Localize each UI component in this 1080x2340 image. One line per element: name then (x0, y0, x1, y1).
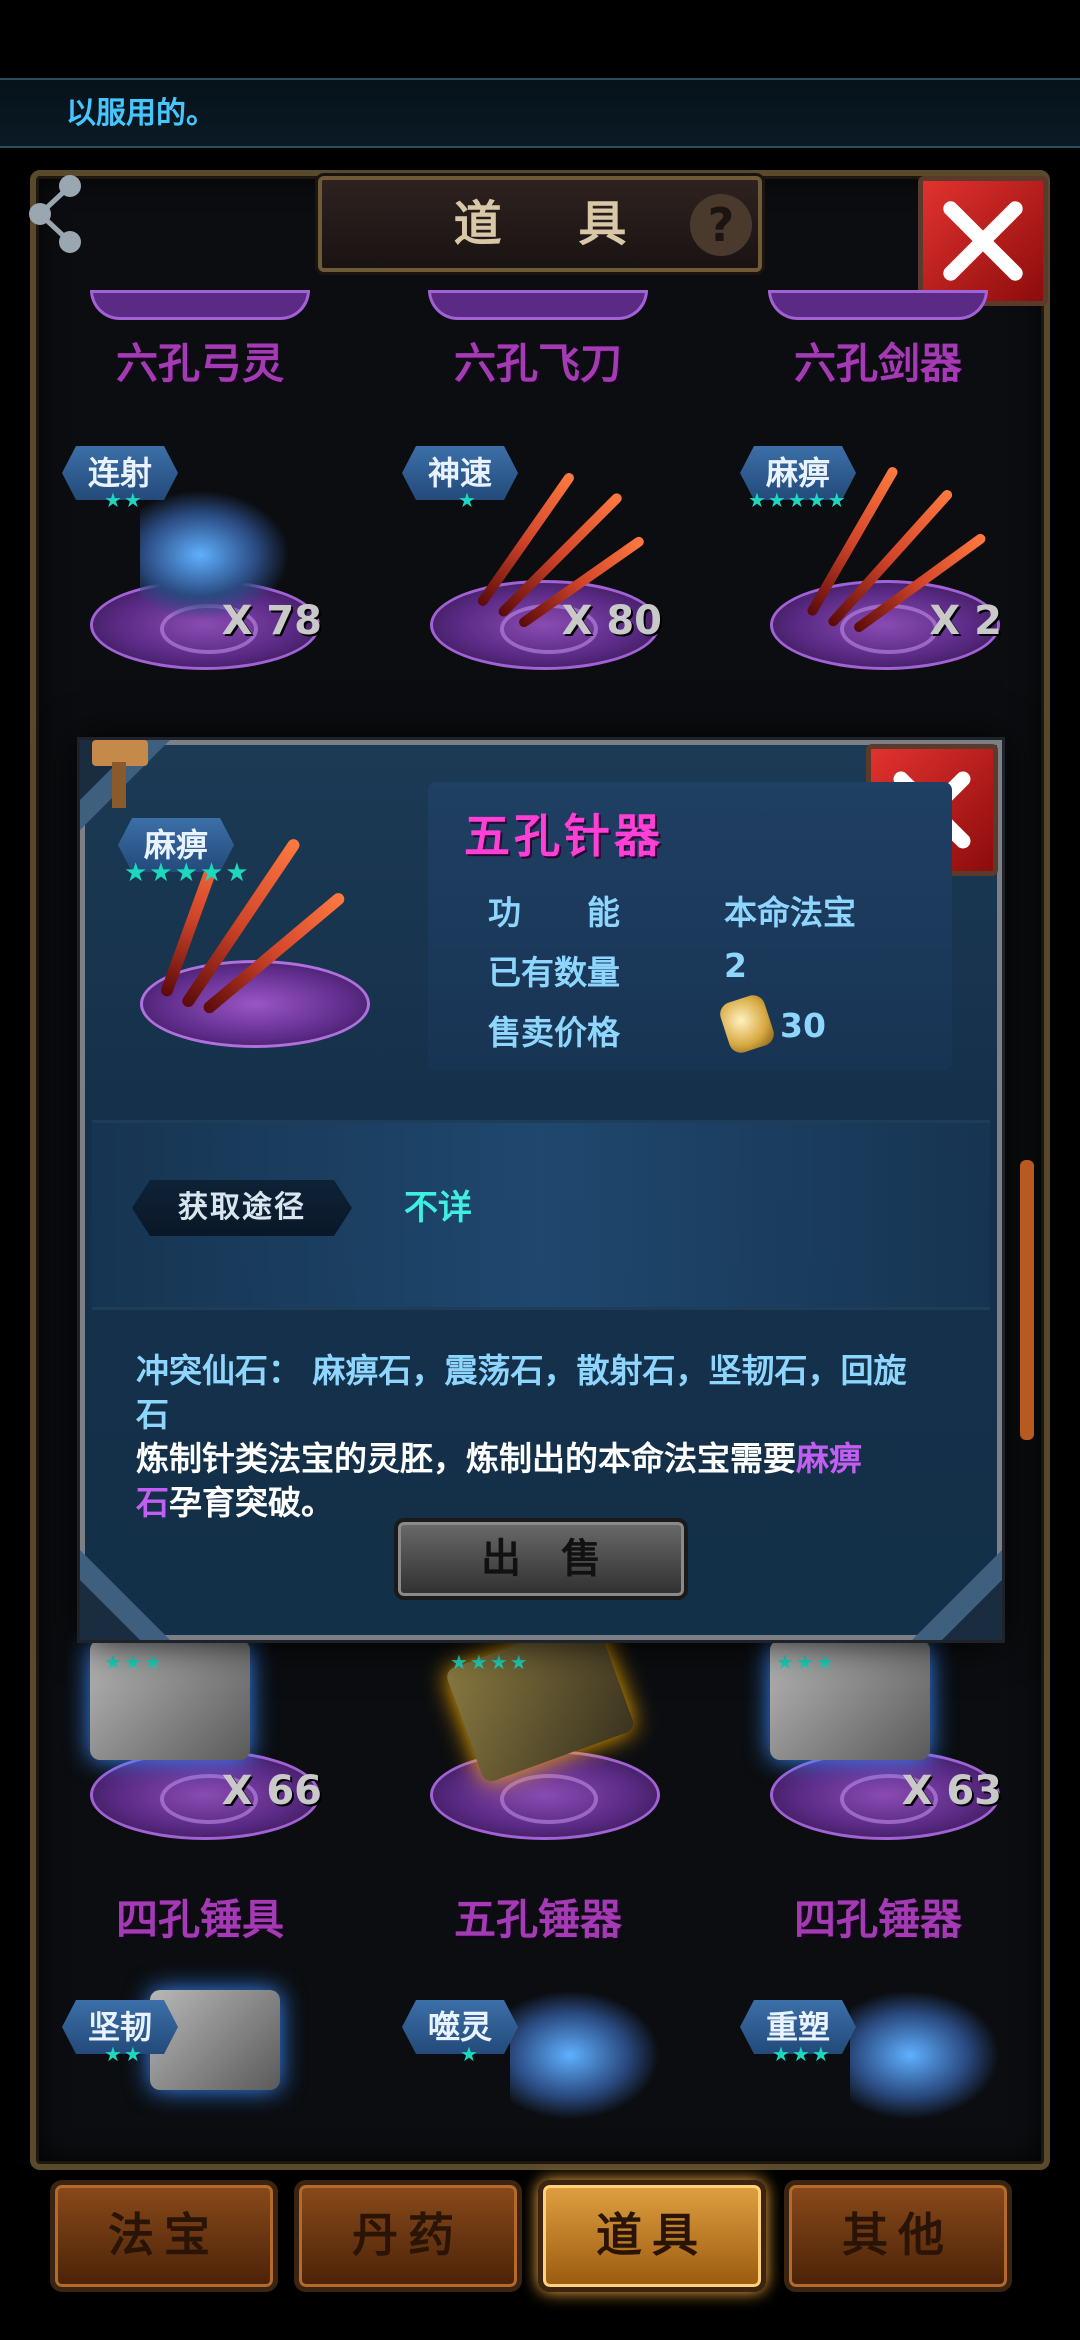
description-line: 炼制针类法宝的灵胚，炼制出的本命法宝需要麻痹 (136, 1439, 862, 1478)
item-plate (430, 1750, 660, 1840)
corner-ornament (912, 1550, 1002, 1640)
blade-icon (510, 1990, 660, 2120)
item-name[interactable]: 五孔锤器 (388, 1886, 688, 1947)
description-line: 石孕育突破。 (136, 1483, 334, 1522)
item-name[interactable]: 六孔飞刀 (388, 330, 688, 391)
quantity-label: 已有数量 (488, 953, 620, 992)
tab-pills[interactable]: 丹药 (294, 2180, 522, 2292)
share-icon[interactable] (22, 170, 92, 260)
window-close-button[interactable] (918, 176, 1048, 306)
function-label: 功 能 (488, 893, 620, 932)
side-accent (1020, 1160, 1034, 1440)
function-value: 本命法宝 (724, 893, 856, 932)
item-stars: ★★★★★ (748, 488, 848, 512)
item-count: X 2 (929, 598, 1002, 644)
item-stars: ★ (458, 488, 478, 512)
item-count: X 78 (221, 598, 322, 644)
item-stars: ★★★ (104, 1650, 164, 1674)
quantity-value: 2 (724, 946, 747, 985)
tab-items[interactable]: 道具 (538, 2180, 766, 2292)
price-value: 30 (780, 1006, 826, 1045)
message-text: 以服用的。 (66, 96, 216, 131)
item-plate (428, 290, 648, 320)
conflict-stones-line: 石 (136, 1395, 169, 1434)
price-label: 售卖价格 (488, 1013, 620, 1052)
item-name[interactable]: 四孔锤具 (50, 1886, 350, 1947)
help-icon[interactable]: ? (690, 194, 752, 256)
sell-button[interactable]: 出售 (394, 1518, 688, 1600)
tab-treasure[interactable]: 法宝 (50, 2180, 278, 2292)
item-plate (768, 290, 988, 320)
game-screen: { "message": "以服用的。", "window": { "title… (0, 0, 1080, 2340)
conflict-stones-line: 冲突仙石： 麻痹石，震荡石，散射石，坚韧石，回旋 (136, 1351, 907, 1390)
item-stars: ★★★★ (450, 1650, 530, 1674)
blade-icon (850, 1990, 1000, 2120)
item-count: X 66 (221, 1768, 322, 1814)
item-plate (90, 290, 310, 320)
item-stars: ★ (460, 2042, 480, 2066)
corner-ornament (80, 1550, 170, 1640)
item-count: X 80 (561, 598, 662, 644)
item-name[interactable]: 六孔弓灵 (50, 330, 350, 391)
item-name[interactable]: 四孔锤器 (728, 1886, 1028, 1947)
item-name[interactable]: 六孔剑器 (728, 330, 1028, 391)
close-icon (943, 201, 1023, 281)
item-stars: ★★★ (772, 2042, 832, 2066)
source-value: 不详 (404, 1188, 472, 1228)
item-stars: ★★★ (776, 1650, 836, 1674)
hammer-emblem-icon (92, 740, 148, 808)
source-label: 获取途径 (132, 1180, 352, 1236)
detail-item-stars: ★★★★★ (124, 858, 251, 888)
item-stars: ★★ (104, 488, 144, 512)
item-count: X 63 (901, 1768, 1002, 1814)
item-stars: ★★ (104, 2042, 144, 2066)
detail-item-name: 五孔针器 (464, 809, 664, 863)
tab-other[interactable]: 其他 (784, 2180, 1012, 2292)
